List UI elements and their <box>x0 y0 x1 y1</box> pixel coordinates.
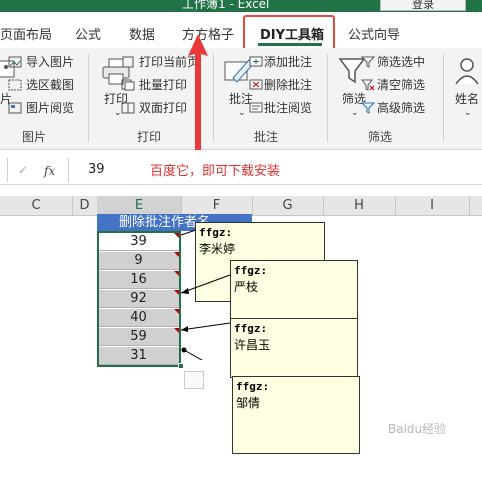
comment-author: ffgz: <box>234 322 268 335</box>
delete-comment-button[interactable]: 删除批注 <box>264 76 312 94</box>
print-group-label: 打印 <box>137 130 162 144</box>
clear-filter-icon <box>361 79 375 91</box>
comment-text: 邹倩 <box>236 396 261 410</box>
image-browse-icon <box>8 102 22 114</box>
comment-text: 严枝 <box>234 280 259 294</box>
tab-formula-wizard[interactable]: 公式向导 <box>348 24 400 43</box>
fx-icon[interactable]: fx <box>44 164 55 178</box>
comment-group-label: 批注 <box>254 130 279 144</box>
comment-author: ffgz: <box>234 264 268 277</box>
image-browse-button[interactable]: 图片阅览 <box>26 99 74 117</box>
column-header-c[interactable]: C <box>0 196 72 216</box>
print-current-page-icon <box>122 56 134 68</box>
formula-bar-divider <box>68 158 69 182</box>
ribbon-separator <box>327 54 328 142</box>
ribbon-separator <box>213 54 214 142</box>
tab-formulas[interactable]: 公式 <box>75 24 101 43</box>
tab-data[interactable]: 数据 <box>129 24 155 43</box>
column-header-i[interactable]: I <box>395 196 469 216</box>
person-icon <box>455 58 479 85</box>
duplex-print-button[interactable]: 双面打印 <box>139 99 187 117</box>
login-button[interactable]: 登录 <box>380 0 466 11</box>
fill-handle[interactable] <box>178 363 184 369</box>
quick-analysis-icon[interactable] <box>184 371 204 389</box>
ribbon-tabs: 页面布局 公式 数据 方方格子 DIY工具箱 公式向导 <box>0 12 482 48</box>
column-header-g[interactable]: G <box>252 196 323 216</box>
enter-checkmark-icon[interactable]: ✓ <box>18 163 28 177</box>
browse-comment-button[interactable]: 批注阅览 <box>264 99 312 117</box>
column-divider[interactable] <box>469 196 470 216</box>
add-comment-button[interactable]: 添加批注 <box>264 53 312 71</box>
filter-group-label: 筛选 <box>368 130 393 144</box>
advanced-filter-icon <box>361 102 375 114</box>
window-title: 工作簿1 - Excel <box>182 0 270 11</box>
red-arrow-annotation <box>188 34 208 150</box>
picture-group-label: 图片 <box>22 130 47 144</box>
batch-print-button[interactable]: 批量打印 <box>139 76 187 94</box>
region-screenshot-button[interactable]: 选区截图 <box>26 76 74 94</box>
region-screenshot-icon <box>8 79 22 91</box>
filter-selected-button[interactable]: 筛选选中 <box>377 53 425 71</box>
selection-range <box>97 231 181 367</box>
clear-filter-button[interactable]: 清空筛选 <box>377 76 425 94</box>
column-header-d[interactable]: D <box>72 196 97 216</box>
ribbon-separator <box>443 54 444 142</box>
comment-box[interactable]: ffgz: 许昌玉 <box>230 318 358 378</box>
insert-image-button[interactable]: 导入图片 <box>26 53 74 71</box>
comment-box[interactable]: ffgz: 邹倩 <box>232 376 360 454</box>
name-box[interactable] <box>0 158 8 182</box>
tab-page-layout[interactable]: 页面布局 <box>0 24 52 43</box>
title-bar: 工作簿1 - Excel 登录 <box>0 0 482 12</box>
annotation-text: 百度它，即可下载安装 <box>150 164 281 179</box>
insert-image-icon <box>8 56 22 68</box>
column-header-e[interactable]: E <box>97 196 181 216</box>
ribbon-separator <box>88 54 89 142</box>
comment-connector-lines <box>180 229 231 360</box>
advanced-filter-button[interactable]: 高级筛选 <box>377 99 425 117</box>
formula-input[interactable]: 39 <box>88 162 105 177</box>
comment-author: ffgz: <box>236 380 270 393</box>
delete-comment-icon <box>249 79 263 90</box>
comment-dropdown-icon[interactable]: ⌄ <box>238 104 246 122</box>
column-header-f[interactable]: F <box>181 196 252 216</box>
column-header-h[interactable]: H <box>323 196 395 216</box>
batch-print-icon <box>121 79 135 91</box>
comment-text: 许昌玉 <box>234 338 271 352</box>
watermark-logo: Baidu经验 <box>388 422 447 436</box>
add-comment-icon <box>249 56 263 67</box>
name-dropdown-icon[interactable]: ⌄ <box>464 104 472 122</box>
filter-selected-icon <box>361 56 375 68</box>
filter-dropdown-icon[interactable]: ⌄ <box>351 104 359 122</box>
browse-comment-icon <box>249 102 263 113</box>
duplex-print-icon <box>121 102 135 114</box>
